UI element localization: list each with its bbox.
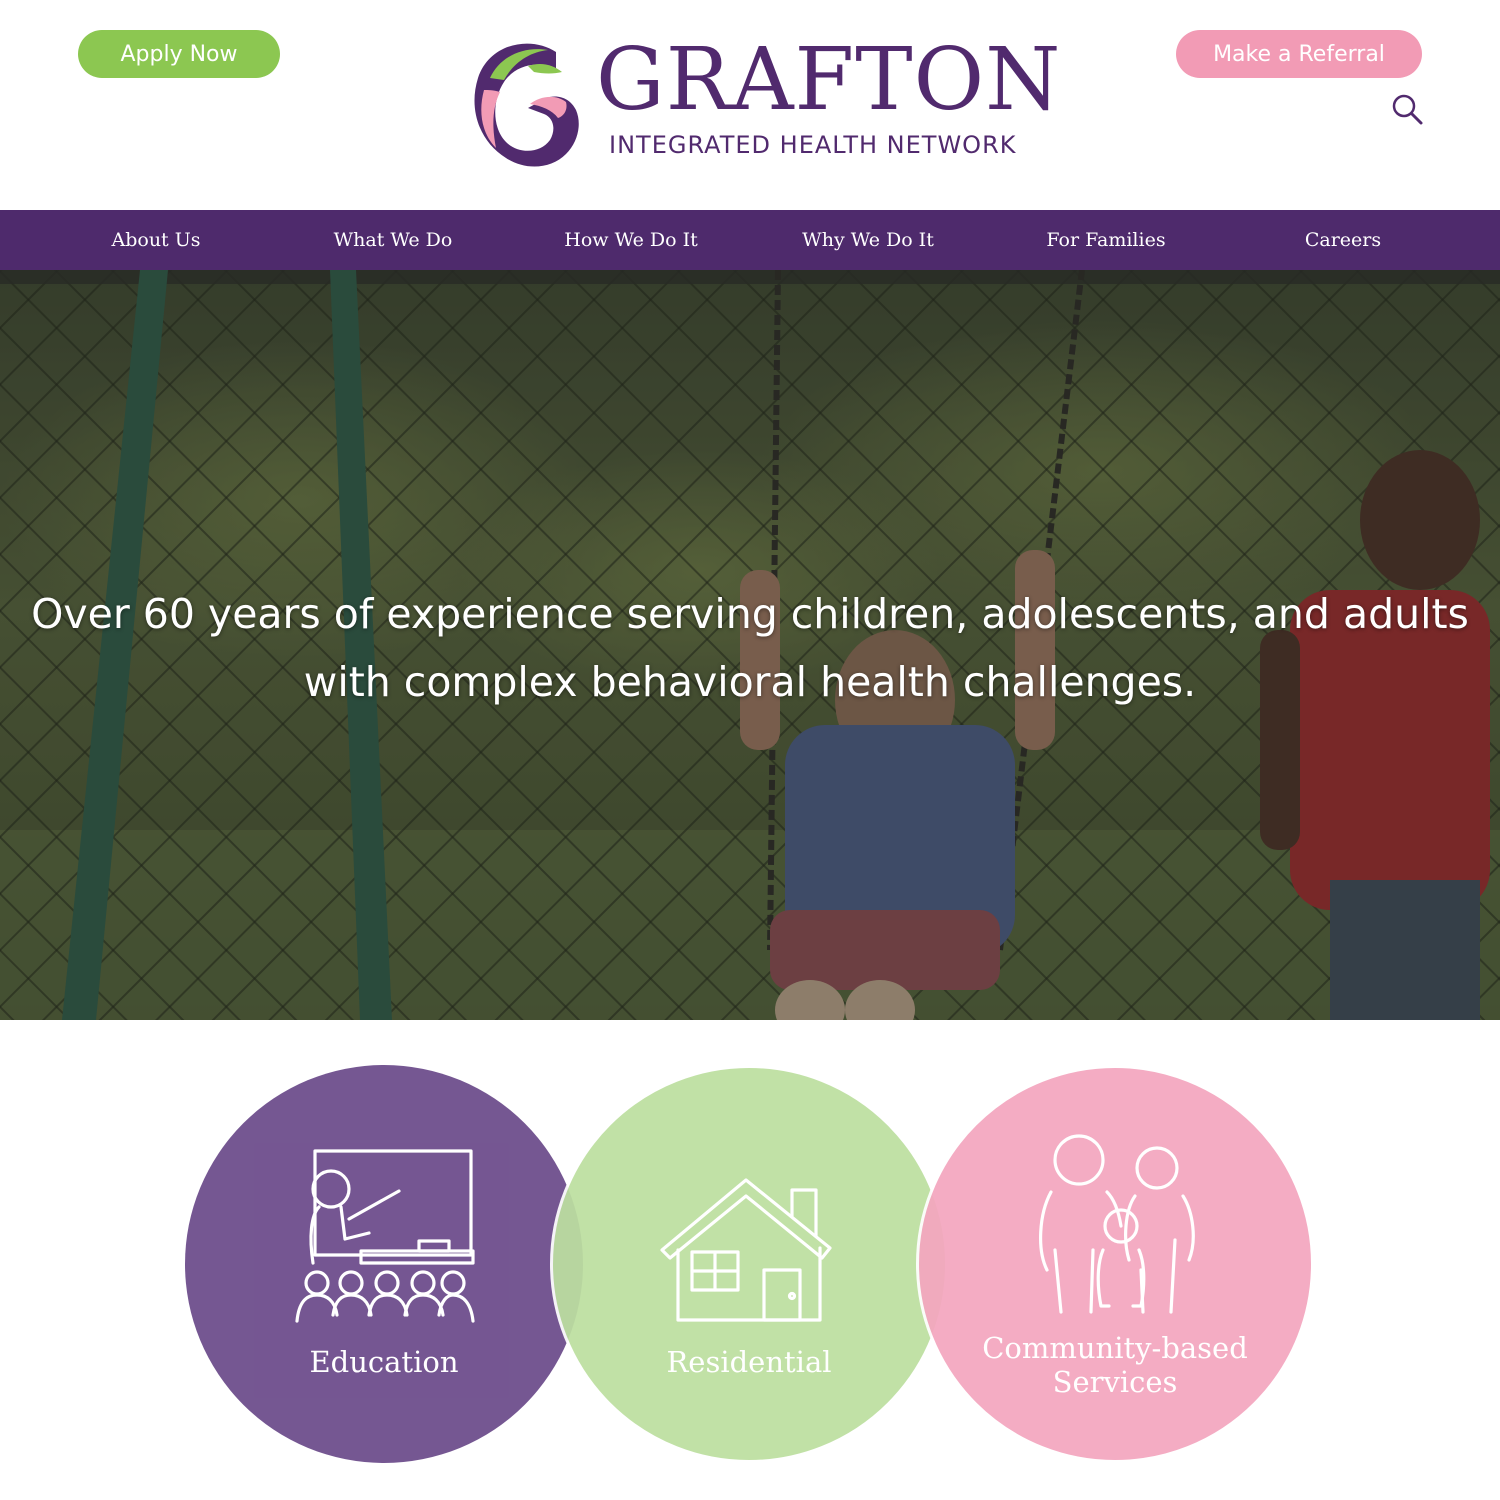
education-circle-link[interactable]: Education xyxy=(185,1065,583,1463)
hero-tagline: Over 60 years of experience serving chil… xyxy=(30,580,1470,716)
community-based-services-label: Community-based Services xyxy=(919,1331,1311,1399)
community-label-line-2: Services xyxy=(1052,1365,1178,1399)
family-icon xyxy=(1039,1134,1195,1314)
search-button[interactable] xyxy=(1388,90,1428,130)
hero-banner: Over 60 years of experience serving chil… xyxy=(0,270,1500,1020)
community-label-line-1: Community-based xyxy=(982,1331,1248,1365)
search-icon xyxy=(1392,94,1423,125)
grafton-logo-mark-icon xyxy=(474,43,579,167)
nav-item-why-we-do-it[interactable]: Why We Do It xyxy=(748,210,988,270)
grafton-logo[interactable]: GRAFTON INTEGRATED HEALTH NETWORK xyxy=(470,30,1060,174)
house-icon xyxy=(660,1178,832,1322)
nav-item-for-families[interactable]: For Families xyxy=(986,210,1226,270)
classroom-teacher-icon xyxy=(295,1149,475,1323)
logo-title: GRAFTON xyxy=(596,30,1062,130)
education-label: Education xyxy=(309,1345,459,1379)
community-based-services-circle-link[interactable]: Community-based Services xyxy=(916,1065,1314,1463)
nav-item-how-we-do-it[interactable]: How We Do It xyxy=(511,210,751,270)
apply-now-button[interactable]: Apply Now xyxy=(78,30,280,78)
hero-tagline-line-1: Over 60 years of experience serving chil… xyxy=(31,590,1469,638)
main-nav: About Us What We Do How We Do It Why We … xyxy=(0,210,1500,270)
residential-circle-link[interactable]: Residential xyxy=(550,1065,948,1463)
hero-tagline-line-2: with complex behavioral health challenge… xyxy=(303,658,1197,706)
nav-item-what-we-do[interactable]: What We Do xyxy=(273,210,513,270)
services-section: Education Residential Community-based Se… xyxy=(0,1020,1500,1500)
residential-label: Residential xyxy=(666,1345,832,1379)
nav-item-about-us[interactable]: About Us xyxy=(36,210,276,270)
site-header: Apply Now GRAFTON INTEGRATED HEALTH NETW… xyxy=(0,0,1500,210)
logo-subtitle: INTEGRATED HEALTH NETWORK xyxy=(609,131,1017,159)
make-referral-button[interactable]: Make a Referral xyxy=(1176,30,1422,78)
nav-item-careers[interactable]: Careers xyxy=(1223,210,1463,270)
